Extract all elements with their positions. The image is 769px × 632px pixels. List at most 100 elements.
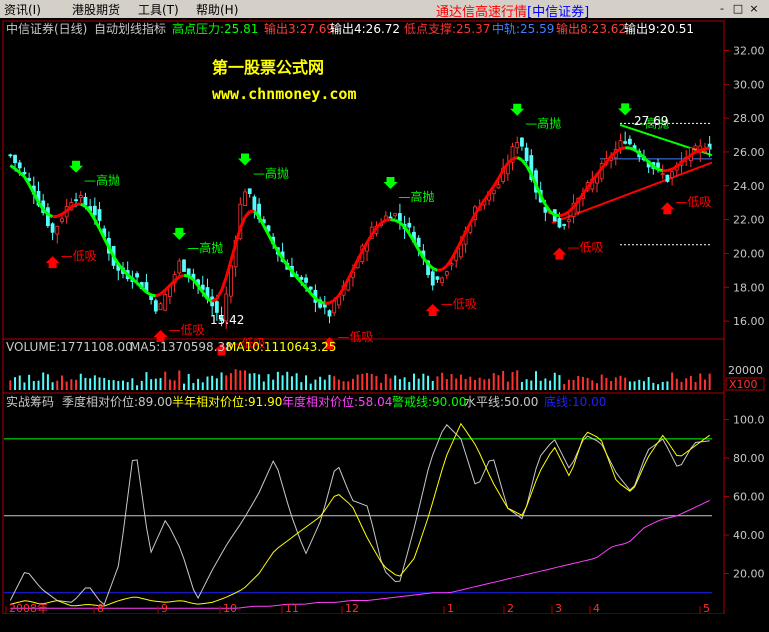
sell-signal-label: —高抛 bbox=[253, 166, 289, 181]
trend-segment bbox=[432, 266, 439, 272]
trend-segment bbox=[183, 273, 189, 278]
low-price-mark: 15.42 bbox=[210, 313, 244, 327]
menu-bar: 资讯(I) 港股期货 工具(T) 帮助(H) 通达信高速行情[中信证券] - □… bbox=[0, 0, 769, 20]
candle-body bbox=[182, 259, 186, 272]
trend-segment bbox=[47, 212, 54, 219]
restore-icon[interactable]: □ bbox=[731, 2, 745, 15]
osc-tick-label: 60.00 bbox=[733, 491, 765, 504]
watermark-url: www.chnmoney.com bbox=[212, 85, 357, 103]
trend-segment bbox=[178, 273, 185, 279]
candle-body bbox=[524, 147, 529, 162]
osc-legend-level: 水平线:50.00 bbox=[464, 395, 538, 409]
main-legend: 高点压力:25.81 输出3:27.69 输出4:26.72 低点支撑:25.3… bbox=[172, 21, 694, 36]
candle-body bbox=[520, 137, 524, 147]
legend-support: 低点支撑:25.37 bbox=[404, 21, 490, 36]
legend-out3: 输出3:27.69 bbox=[264, 21, 334, 36]
volume-ma10: MA10:1110643.25 bbox=[226, 340, 336, 354]
osc-legend-alert: 警戒线:90.00 bbox=[392, 394, 466, 409]
candle-body bbox=[50, 223, 55, 233]
menu-item-info[interactable]: 资讯(I) bbox=[4, 1, 41, 18]
buy-signal-label: —低吸 bbox=[337, 330, 373, 344]
main-title: 中信证券(日线) bbox=[6, 21, 87, 36]
legend-out9: 输出9:20.51 bbox=[624, 21, 694, 36]
candle-body bbox=[163, 294, 168, 311]
candle-body bbox=[83, 196, 88, 206]
candle-body bbox=[13, 154, 17, 164]
candle-body bbox=[243, 191, 247, 206]
candle-body bbox=[8, 154, 13, 157]
candle-body bbox=[327, 310, 332, 317]
price-tick-label: 18.00 bbox=[733, 281, 765, 294]
menu-item-help[interactable]: 帮助(H) bbox=[196, 1, 238, 18]
date-label: 5 bbox=[703, 602, 710, 614]
date-label: 1 bbox=[447, 602, 454, 614]
price-tick-label: 30.00 bbox=[733, 78, 765, 91]
candle-body bbox=[566, 219, 571, 222]
candle-body bbox=[397, 213, 402, 222]
date-label: 2 bbox=[507, 602, 514, 614]
osc-tick-label: 100.0 bbox=[733, 414, 765, 427]
price-tick-label: 32.00 bbox=[733, 44, 765, 57]
trend-segment bbox=[206, 297, 213, 303]
candle-body bbox=[665, 174, 670, 182]
candle-body bbox=[78, 195, 83, 198]
sell-signal-label: —高抛 bbox=[187, 240, 223, 255]
candle-body bbox=[430, 271, 435, 286]
price-tick-label: 26.00 bbox=[733, 146, 765, 159]
date-label: 8 bbox=[97, 602, 104, 614]
close-icon[interactable]: × bbox=[747, 2, 761, 15]
trend-segment bbox=[629, 146, 636, 152]
candle-body bbox=[618, 140, 623, 149]
candle-body bbox=[304, 277, 308, 283]
volume-label: VOLUME:1771108.00 bbox=[6, 340, 133, 354]
osc-legend-base: 底线:10.00 bbox=[544, 394, 606, 409]
price-tick-label: 20.00 bbox=[733, 247, 765, 260]
menu-item-tools[interactable]: 工具(T) bbox=[138, 1, 179, 18]
candle-body bbox=[97, 209, 102, 221]
indicator-name: 自动划线指标 bbox=[94, 21, 166, 36]
price-tick-label: 22.00 bbox=[733, 214, 765, 227]
menu-item-hk-futures[interactable]: 港股期货 bbox=[72, 1, 120, 18]
candle-body bbox=[693, 145, 698, 149]
osc-name: 实战筹码 bbox=[6, 394, 54, 409]
candle-body bbox=[670, 171, 675, 178]
trend-segment bbox=[512, 156, 518, 161]
buy-signal-label: —低吸 bbox=[675, 195, 711, 209]
candle-body bbox=[557, 218, 562, 228]
candle-body bbox=[17, 162, 22, 169]
chart-canvas[interactable]: 中信证券(日线) 自动划线指标 高点压力:25.81 输出3:27.69 输出4… bbox=[0, 18, 769, 614]
candle-body bbox=[135, 273, 139, 278]
osc-tick-label: 80.00 bbox=[733, 452, 765, 465]
horizontal-scrollbar[interactable] bbox=[0, 614, 769, 632]
candle-body bbox=[491, 189, 496, 195]
trend-segment bbox=[75, 202, 81, 207]
candle-body bbox=[153, 300, 158, 312]
trend-segment bbox=[319, 300, 326, 305]
candle-body bbox=[449, 263, 454, 266]
candle-body bbox=[562, 224, 567, 226]
price-tick-label: 24.00 bbox=[733, 180, 765, 193]
buy-signal-label: —低吸 bbox=[61, 249, 97, 263]
candle-body bbox=[252, 196, 257, 212]
candle-body bbox=[388, 216, 393, 219]
minimize-icon[interactable]: - bbox=[715, 2, 729, 15]
trend-segment bbox=[516, 156, 523, 162]
trend-segment bbox=[70, 203, 77, 209]
candle-body bbox=[515, 142, 520, 149]
legend-pressure: 高点压力:25.81 bbox=[172, 21, 258, 36]
trend-segment bbox=[559, 213, 565, 218]
candle-body bbox=[703, 150, 707, 153]
date-label: 3 bbox=[555, 602, 562, 614]
volume-ma5: MA5:1370598.38 bbox=[130, 340, 233, 354]
candle-body bbox=[496, 184, 501, 189]
buy-signal-label: —低吸 bbox=[441, 297, 477, 311]
candle-body bbox=[214, 301, 219, 313]
buy-signal-label: —低吸 bbox=[567, 241, 603, 255]
date-label: 4 bbox=[593, 602, 600, 614]
osc-tick-label: 40.00 bbox=[733, 529, 765, 542]
candle-body bbox=[435, 276, 440, 280]
volume-axis-value: 20000 bbox=[728, 364, 763, 377]
trend-segment bbox=[437, 268, 443, 272]
candle-body bbox=[308, 286, 313, 290]
candle-body bbox=[247, 188, 252, 194]
